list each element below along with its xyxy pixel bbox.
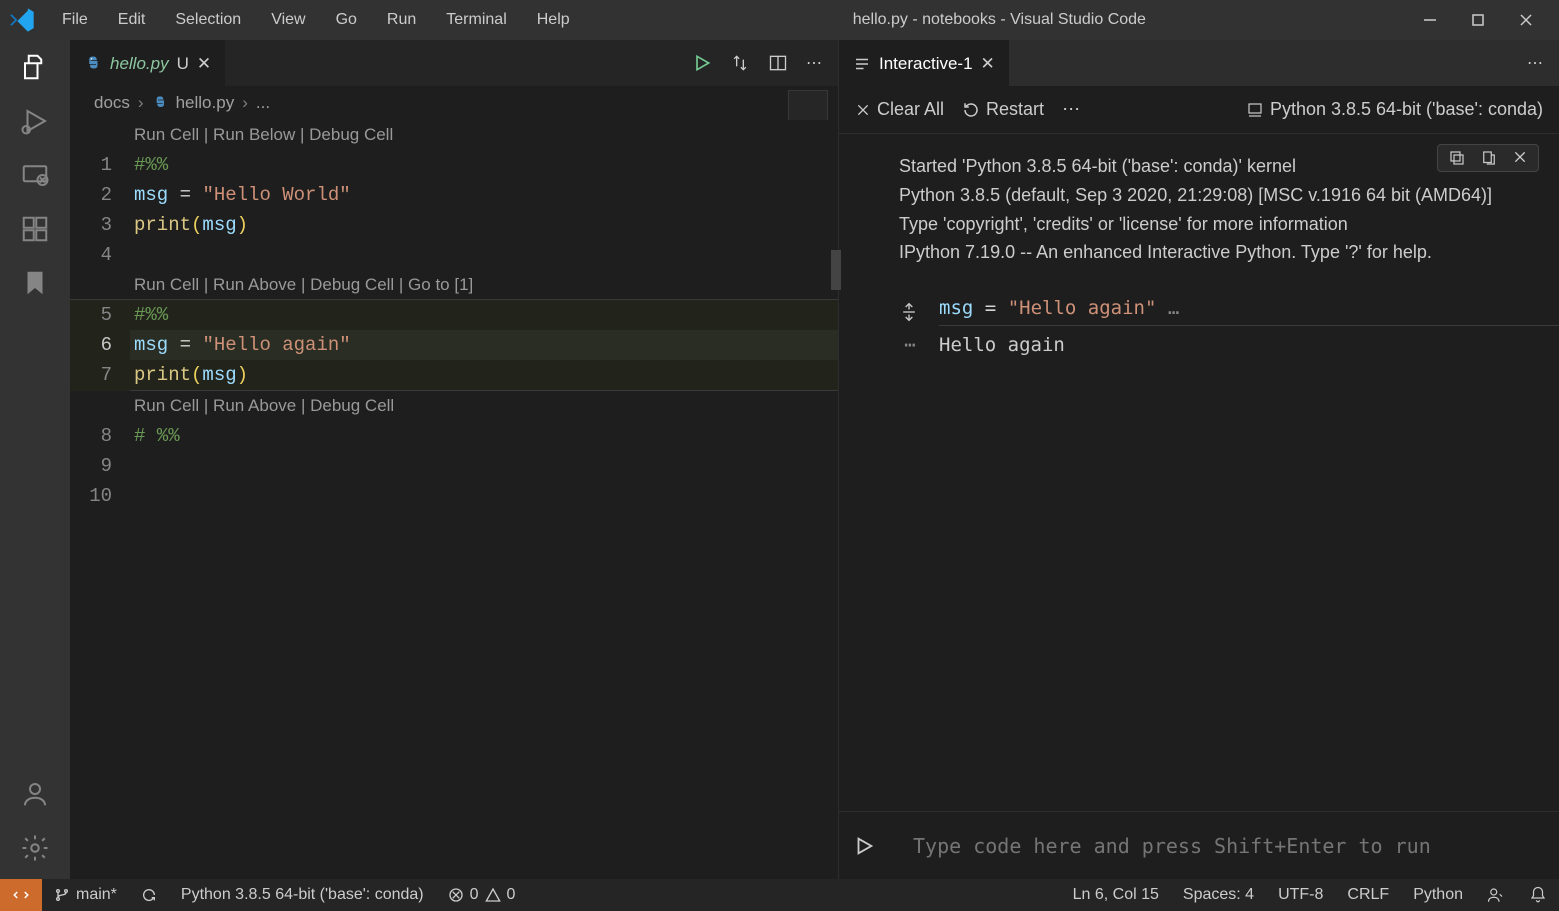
indentation[interactable]: Spaces: 4: [1171, 886, 1266, 904]
remote-indicator[interactable]: [0, 879, 42, 911]
problems[interactable]: 0 0: [436, 886, 528, 904]
menu-selection[interactable]: Selection: [161, 5, 255, 35]
menu-bar: File Edit Selection View Go Run Terminal…: [48, 5, 584, 35]
breadcrumb-file[interactable]: hello.py: [176, 93, 235, 113]
breadcrumb-symbol[interactable]: ...: [256, 93, 270, 113]
execute-input-icon[interactable]: [853, 835, 893, 857]
kernel-line: Python 3.8.5 (default, Sep 3 2020, 21:29…: [899, 181, 1539, 210]
tab-close-icon[interactable]: ✕: [197, 54, 211, 74]
remote-explorer-icon[interactable]: [20, 160, 50, 190]
extensions-icon[interactable]: [20, 214, 50, 244]
output-indicator-icon[interactable]: ⋯: [899, 334, 921, 356]
status-bar: main* Python 3.8.5 64-bit ('base': conda…: [0, 879, 1559, 911]
chevron-right-icon: ›: [138, 93, 144, 113]
cell-output: Hello again: [939, 334, 1065, 356]
codelens-cell-3[interactable]: Run Cell | Run Above | Debug Cell: [70, 391, 838, 421]
menu-edit[interactable]: Edit: [104, 5, 160, 35]
interactive-icon: [853, 55, 871, 73]
copy-icon[interactable]: [1448, 149, 1466, 167]
git-branch[interactable]: main*: [42, 886, 129, 904]
menu-help[interactable]: Help: [523, 5, 584, 35]
notifications-icon[interactable]: [1517, 886, 1559, 904]
kernel-line: IPython 7.19.0 -- An enhanced Interactiv…: [899, 238, 1539, 267]
breadcrumb-folder[interactable]: docs: [94, 93, 130, 113]
goto-icon[interactable]: [1480, 149, 1498, 167]
window-title: hello.py - notebooks - Visual Studio Cod…: [584, 11, 1415, 29]
python-file-icon: [152, 95, 168, 111]
interactive-pane: Interactive-1 ✕ ⋯ Clear All Restart ⋯: [839, 40, 1559, 879]
editor-region: hello.py U ✕ ⋯ d: [70, 40, 1559, 879]
kernel-output: Started 'Python 3.8.5 64-bit ('base': co…: [839, 134, 1559, 267]
sync-icon[interactable]: [129, 887, 169, 903]
menu-file[interactable]: File: [48, 5, 102, 35]
maximize-button[interactable]: [1463, 5, 1493, 35]
more-actions-icon[interactable]: ⋯: [806, 53, 822, 73]
main-area: hello.py U ✕ ⋯ d: [0, 40, 1559, 879]
codelens-cell-2[interactable]: Run Cell | Run Above | Debug Cell | Go t…: [70, 270, 838, 300]
editor-pane: hello.py U ✕ ⋯ d: [70, 40, 839, 879]
toolbar-more-icon[interactable]: ⋯: [1062, 99, 1080, 120]
codelens-cell-1[interactable]: Run Cell | Run Below | Debug Cell: [70, 120, 838, 150]
interpreter-selector[interactable]: Python 3.8.5 64-bit ('base': conda): [1246, 99, 1543, 120]
minimize-button[interactable]: [1415, 5, 1445, 35]
collapse-cell-icon[interactable]: [899, 302, 921, 322]
tab-interactive-1[interactable]: Interactive-1 ✕: [839, 40, 1009, 86]
run-debug-icon[interactable]: [20, 106, 50, 136]
restart-button[interactable]: Restart: [962, 99, 1044, 120]
executed-cell: msg = "Hello again" … ⋯ Hello again: [839, 297, 1559, 356]
title-bar: File Edit Selection View Go Run Terminal…: [0, 0, 1559, 40]
clear-all-button[interactable]: Clear All: [855, 99, 944, 120]
menu-go[interactable]: Go: [322, 5, 371, 35]
language-mode[interactable]: Python: [1401, 886, 1475, 904]
settings-gear-icon[interactable]: [20, 833, 50, 863]
line-gutter: 1 2 3 4: [70, 150, 130, 270]
explorer-icon[interactable]: [20, 52, 50, 82]
eol[interactable]: CRLF: [1335, 886, 1401, 904]
chevron-right-icon: ›: [242, 93, 248, 113]
kernel-line: Type 'copyright', 'credits' or 'license'…: [899, 210, 1539, 239]
tab-interactive-label: Interactive-1: [879, 54, 973, 74]
accounts-icon[interactable]: [20, 779, 50, 809]
run-file-icon[interactable]: [692, 53, 712, 73]
interactive-toolbar: Clear All Restart ⋯ Python 3.8.5 64-bit …: [839, 86, 1559, 134]
executed-code[interactable]: msg = "Hello again" …: [939, 297, 1559, 326]
interactive-input-bar: [839, 811, 1559, 879]
feedback-icon[interactable]: [1475, 886, 1517, 904]
close-button[interactable]: [1511, 5, 1541, 35]
code-area[interactable]: Run Cell | Run Below | Debug Cell 1 2 3 …: [70, 120, 838, 879]
cell-actions: [1437, 144, 1539, 172]
editor-actions: ⋯: [692, 40, 838, 86]
python-file-icon: [84, 55, 102, 73]
split-editor-icon[interactable]: [768, 53, 788, 73]
cursor-position[interactable]: Ln 6, Col 15: [1061, 886, 1171, 904]
menu-terminal[interactable]: Terminal: [432, 5, 520, 35]
line-gutter: 8 9 10: [70, 421, 130, 511]
tab-filename: hello.py: [110, 54, 169, 74]
menu-run[interactable]: Run: [373, 5, 430, 35]
line-gutter: 5 6 7: [70, 300, 130, 391]
more-actions-icon[interactable]: ⋯: [1527, 53, 1543, 73]
editor-tabs: hello.py U ✕ ⋯: [70, 40, 838, 86]
tab-close-icon[interactable]: ✕: [981, 54, 995, 74]
tab-dirty-indicator: U: [177, 54, 189, 74]
compare-changes-icon[interactable]: [730, 53, 750, 73]
interactive-code-input[interactable]: [901, 824, 1545, 868]
vscode-logo-icon: [8, 6, 36, 34]
interactive-tabs: Interactive-1 ✕ ⋯: [839, 40, 1559, 86]
encoding[interactable]: UTF-8: [1266, 886, 1335, 904]
menu-view[interactable]: View: [257, 5, 319, 35]
status-interpreter[interactable]: Python 3.8.5 64-bit ('base': conda): [169, 886, 436, 904]
window-controls: [1415, 5, 1541, 35]
activity-bar: [0, 40, 70, 879]
delete-cell-icon[interactable]: [1512, 149, 1528, 167]
breadcrumb[interactable]: docs › hello.py › ...: [70, 86, 838, 120]
tab-hello-py[interactable]: hello.py U ✕: [70, 40, 225, 86]
bookmark-icon[interactable]: [20, 268, 50, 298]
